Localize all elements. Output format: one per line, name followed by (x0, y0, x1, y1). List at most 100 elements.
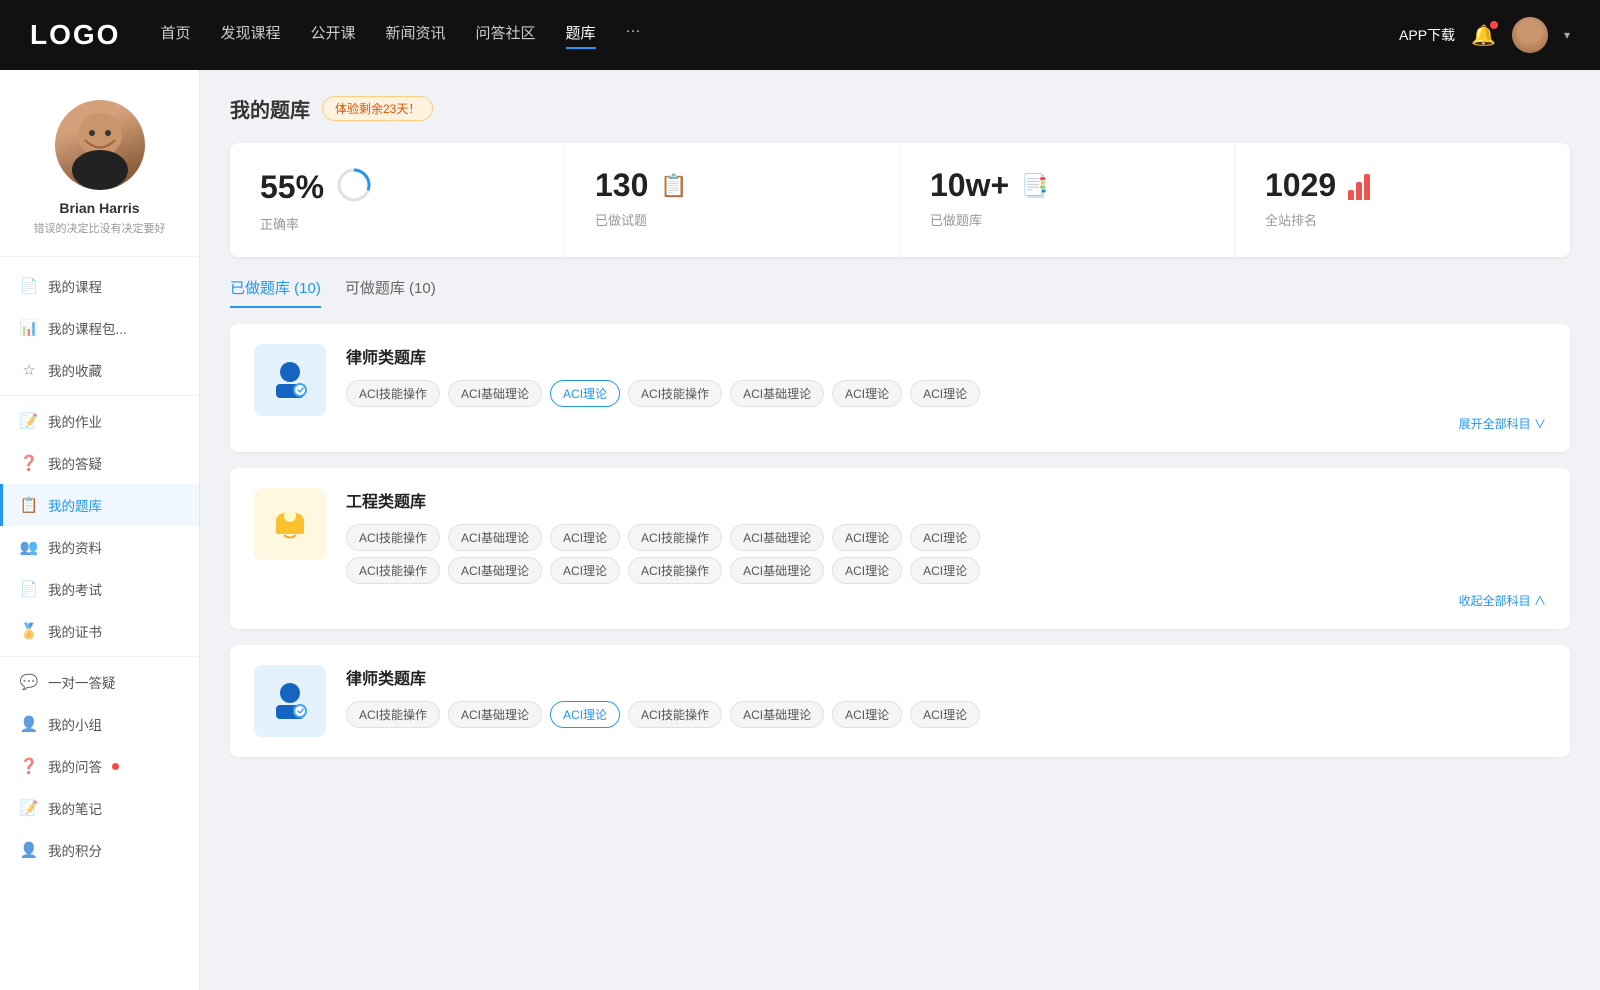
tag-1-4[interactable]: ACI技能操作 (628, 380, 722, 407)
navbar-right: APP下载 🔔 ▾ (1399, 17, 1570, 53)
tag-1-7[interactable]: ACI理论 (910, 380, 980, 407)
profile-name: Brian Harris (59, 200, 139, 216)
bank-card-3-tags: ACI技能操作 ACI基础理论 ACI理论 ACI技能操作 ACI基础理论 AC… (346, 701, 1546, 728)
nav-home[interactable]: 首页 (160, 22, 190, 49)
profile-avatar-image (55, 100, 145, 190)
sidebar-item-cert[interactable]: 🏅 我的证书 (0, 610, 199, 652)
bank-card-1-tags: ACI技能操作 ACI基础理论 ACI理论 ACI技能操作 ACI基础理论 AC… (346, 380, 1546, 407)
avatar[interactable] (1512, 17, 1548, 53)
qa-badge (112, 763, 119, 770)
bank-icon: 📋 (20, 496, 38, 514)
bank-card-2-collapse[interactable]: 收起全部科目 ∧ (346, 592, 1546, 609)
sidebar-item-favorites[interactable]: ☆ 我的收藏 (0, 349, 199, 391)
sidebar-item-qa[interactable]: ❓ 我的答疑 (0, 442, 199, 484)
app-download-button[interactable]: APP下载 (1399, 25, 1455, 45)
done-banks-icon: 📑 (1021, 173, 1048, 199)
stat-done-banks-label: 已做题库 (930, 210, 1204, 229)
profile-avatar (55, 100, 145, 190)
avatar-image (1512, 17, 1548, 53)
bank-card-1-inner: 律师类题库 ACI技能操作 ACI基础理论 ACI理论 ACI技能操作 ACI基… (254, 344, 1546, 432)
tag-3-1[interactable]: ACI技能操作 (346, 701, 440, 728)
bank-card-1-title: 律师类题库 (346, 344, 1546, 368)
bank-card-1-icon (254, 344, 326, 416)
rank-bar-icon (1348, 172, 1370, 200)
sidebar-item-homework[interactable]: 📝 我的作业 (0, 400, 199, 442)
bank-card-1-info: 律师类题库 ACI技能操作 ACI基础理论 ACI理论 ACI技能操作 ACI基… (346, 344, 1546, 432)
tag-1-2[interactable]: ACI基础理论 (448, 380, 542, 407)
stat-rank: 1029 全站排名 (1235, 143, 1570, 257)
notification-bell[interactable]: 🔔 (1471, 23, 1496, 48)
bank-card-1-expand[interactable]: 展开全部科目 ∨ (346, 415, 1546, 432)
sidebar-item-profile[interactable]: 👥 我的资料 (0, 526, 199, 568)
tag-1-1[interactable]: ACI技能操作 (346, 380, 440, 407)
sidebar-item-courses[interactable]: 📄 我的课程 (0, 265, 199, 307)
stats-row: 55% 正确率 130 📋 已做试题 (230, 143, 1570, 257)
nav-bank[interactable]: 题库 (566, 22, 596, 49)
profile-icon: 👥 (20, 538, 38, 556)
sidebar-item-one-on-one[interactable]: 💬 一对一答疑 (0, 661, 199, 703)
tag-3-5[interactable]: ACI基础理论 (730, 701, 824, 728)
sidebar-menu: 📄 我的课程 📊 我的课程包... ☆ 我的收藏 📝 我的作业 ❓ 我的答疑 � (0, 265, 199, 871)
bank-card-2-inner: 工程类题库 ACI技能操作 ACI基础理论 ACI理论 ACI技能操作 ACI基… (254, 488, 1546, 609)
tag-2-6[interactable]: ACI理论 (832, 524, 902, 551)
sidebar-item-bank[interactable]: 📋 我的题库 (0, 484, 199, 526)
bank-card-2: 工程类题库 ACI技能操作 ACI基础理论 ACI理论 ACI技能操作 ACI基… (230, 468, 1570, 629)
rank-icon (1348, 172, 1370, 200)
tag-3-3[interactable]: ACI理论 (550, 701, 620, 728)
sidebar-item-points[interactable]: 👤 我的积分 (0, 829, 199, 871)
sidebar-item-notes[interactable]: 📝 我的笔记 (0, 787, 199, 829)
sidebar-item-my-qa[interactable]: ❓ 我的问答 (0, 745, 199, 787)
tag-2-9[interactable]: ACI基础理论 (448, 557, 542, 584)
stat-accuracy-value: 55% (260, 169, 324, 206)
tag-2-1[interactable]: ACI技能操作 (346, 524, 440, 551)
tag-3-7[interactable]: ACI理论 (910, 701, 980, 728)
tag-2-12[interactable]: ACI基础理论 (730, 557, 824, 584)
tag-1-3[interactable]: ACI理论 (550, 380, 620, 407)
tag-2-7[interactable]: ACI理论 (910, 524, 980, 551)
bank-card-3-info: 律师类题库 ACI技能操作 ACI基础理论 ACI理论 ACI技能操作 ACI基… (346, 665, 1546, 734)
stat-done-banks-top: 10w+ 📑 (930, 167, 1204, 204)
nav-open-course[interactable]: 公开课 (310, 22, 355, 49)
stat-done-questions: 130 📋 已做试题 (565, 143, 900, 257)
bank-card-3-title: 律师类题库 (346, 665, 1546, 689)
points-icon: 👤 (20, 841, 38, 859)
tag-3-6[interactable]: ACI理论 (832, 701, 902, 728)
done-questions-icon: 📋 (660, 173, 687, 199)
tag-2-10[interactable]: ACI理论 (550, 557, 620, 584)
tag-3-2[interactable]: ACI基础理论 (448, 701, 542, 728)
tag-2-2[interactable]: ACI基础理论 (448, 524, 542, 551)
sidebar-item-course-pack[interactable]: 📊 我的课程包... (0, 307, 199, 349)
stat-done-banks-value: 10w+ (930, 167, 1009, 204)
sidebar-item-group[interactable]: 👤 我的小组 (0, 703, 199, 745)
tag-2-3[interactable]: ACI理论 (550, 524, 620, 551)
tag-3-4[interactable]: ACI技能操作 (628, 701, 722, 728)
logo: LOGO (30, 19, 120, 51)
qa-icon: ❓ (20, 454, 38, 472)
bank-card-3-icon (254, 665, 326, 737)
tab-done-banks[interactable]: 已做题库 (10) (230, 277, 321, 308)
tag-2-5[interactable]: ACI基础理论 (730, 524, 824, 551)
sidebar-item-exam[interactable]: 📄 我的考试 (0, 568, 199, 610)
tag-2-13[interactable]: ACI理论 (832, 557, 902, 584)
bank-card-2-icon (254, 488, 326, 560)
tag-1-5[interactable]: ACI基础理论 (730, 380, 824, 407)
nav-news[interactable]: 新闻资讯 (386, 22, 446, 49)
homework-icon: 📝 (20, 412, 38, 430)
tag-2-4[interactable]: ACI技能操作 (628, 524, 722, 551)
tag-2-8[interactable]: ACI技能操作 (346, 557, 440, 584)
stat-done-banks: 10w+ 📑 已做题库 (900, 143, 1235, 257)
nav-more[interactable]: ··· (626, 22, 641, 49)
stat-rank-label: 全站排名 (1265, 210, 1540, 229)
courses-icon: 📄 (20, 277, 38, 295)
nav-discover[interactable]: 发现课程 (220, 22, 280, 49)
stat-accuracy: 55% 正确率 (230, 143, 565, 257)
tag-2-14[interactable]: ACI理论 (910, 557, 980, 584)
nav-qa[interactable]: 问答社区 (476, 22, 536, 49)
bank-card-3: 律师类题库 ACI技能操作 ACI基础理论 ACI理论 ACI技能操作 ACI基… (230, 645, 1570, 757)
bank-card-2-tags-row2: ACI技能操作 ACI基础理论 ACI理论 ACI技能操作 ACI基础理论 AC… (346, 557, 1546, 584)
main-content: 我的题库 体验剩余23天！ 55% 正确率 (200, 70, 1600, 990)
tag-2-11[interactable]: ACI技能操作 (628, 557, 722, 584)
avatar-chevron[interactable]: ▾ (1564, 28, 1570, 42)
tab-available-banks[interactable]: 可做题库 (10) (345, 277, 436, 308)
tag-1-6[interactable]: ACI理论 (832, 380, 902, 407)
